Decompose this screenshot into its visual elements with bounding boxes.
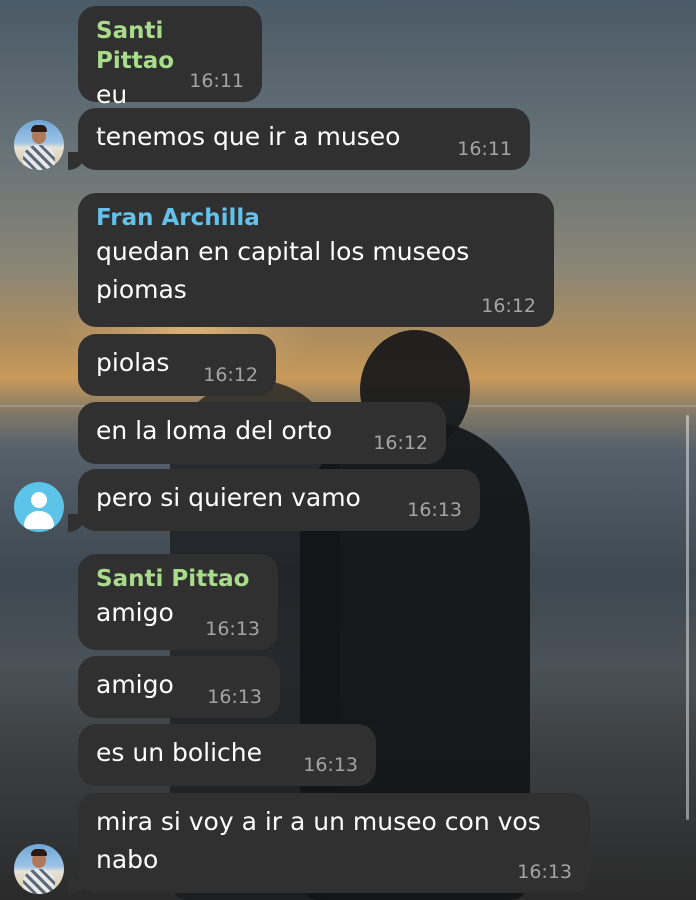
message-time: 16:13 xyxy=(517,861,572,883)
user-icon xyxy=(31,492,47,508)
message-bubble[interactable]: mira si voy a ir a un museo con vos nabo… xyxy=(78,793,590,893)
sender-name[interactable]: Fran Archilla xyxy=(96,203,536,233)
message-time: 16:13 xyxy=(207,686,262,708)
scroll-indicator[interactable] xyxy=(686,415,689,820)
message-time: 16:11 xyxy=(189,70,244,92)
sender-avatar[interactable] xyxy=(14,120,64,170)
message-text-line: nabo xyxy=(96,845,159,874)
message-text: tenemos que ir a museo xyxy=(96,122,401,151)
sender-avatar[interactable] xyxy=(14,844,64,894)
message-time: 16:12 xyxy=(203,364,258,386)
message-time: 16:11 xyxy=(457,138,512,160)
message-bubble[interactable]: es un boliche 16:13 xyxy=(78,724,376,786)
message-text-line: quedan en capital los museos xyxy=(96,237,470,266)
message-bubble[interactable]: pero si quieren vamo 16:13 xyxy=(78,469,480,531)
message-time: 16:12 xyxy=(481,295,536,317)
message-bubble[interactable]: Santi Pittao eu 16:11 xyxy=(78,6,262,109)
sender-name[interactable]: Santi Pittao xyxy=(96,16,244,76)
message-time: 16:13 xyxy=(205,618,260,640)
message-bubble[interactable]: amigo 16:13 xyxy=(78,656,280,718)
sender-name[interactable]: Santi Pittao xyxy=(96,564,260,594)
message-time: 16:12 xyxy=(373,432,428,454)
message-bubble[interactable]: Fran Archilla quedan en capital los muse… xyxy=(78,193,554,327)
default-user-avatar[interactable] xyxy=(14,482,64,532)
message-bubble[interactable]: en la loma del orto 16:12 xyxy=(78,402,446,464)
message-text-line: mira si voy a ir a un museo con vos xyxy=(96,807,541,836)
message-time: 16:13 xyxy=(303,754,358,776)
message-text-line: piomas xyxy=(96,275,187,304)
message-bubble[interactable]: tenemos que ir a museo 16:11 xyxy=(78,108,530,170)
message-bubble[interactable]: Santi Pittao amigo 16:13 xyxy=(78,554,278,650)
message-time: 16:13 xyxy=(407,499,462,521)
message-bubble[interactable]: piolas 16:12 xyxy=(78,334,276,396)
